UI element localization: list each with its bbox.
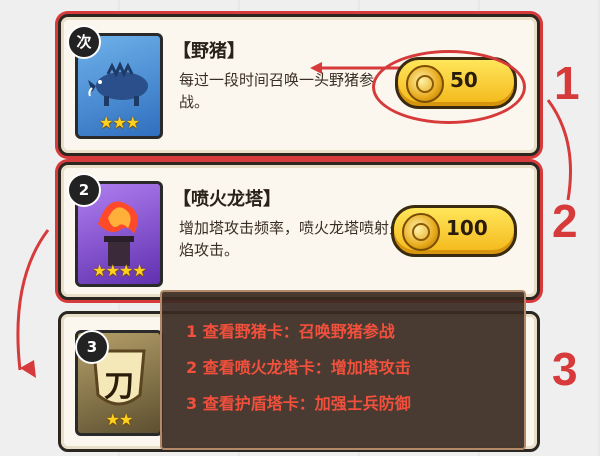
fire-tower-card[interactable]: ★★★★ 2 【喷火龙塔】 增加塔攻击频率，喷火龙塔喷射火焰攻击。 100 bbox=[58, 162, 540, 300]
buy-button[interactable]: 100 bbox=[391, 205, 517, 257]
step-number: 3 bbox=[552, 343, 578, 395]
flow-arrow-icon bbox=[16, 229, 50, 378]
tooltip-line: 2 查看喷火龙塔卡：增加塔攻击 bbox=[186, 358, 411, 377]
shield-glyph: 刀 bbox=[104, 369, 134, 404]
card-title: 【野猪】 bbox=[173, 41, 245, 62]
step-number: 1 bbox=[554, 57, 580, 109]
tooltip-line: 1 查看野猪卡：召唤野猪参战 bbox=[186, 322, 395, 341]
card-badge: 次 bbox=[67, 25, 101, 59]
star-rating: ★★★★ bbox=[92, 261, 146, 280]
step-number: 2 bbox=[552, 195, 578, 247]
coin-icon bbox=[402, 213, 440, 251]
tutorial-tooltip: 1 查看野猪卡：召唤野猪参战 2 查看喷火龙塔卡：增加塔攻击 3 查看护盾塔卡：… bbox=[160, 290, 526, 450]
card-badge: 3 bbox=[75, 330, 109, 364]
price-label: 100 bbox=[446, 216, 488, 240]
highlight-circle bbox=[372, 50, 526, 124]
card-description: 每过一段时间召唤一头野猪参战。 bbox=[179, 71, 375, 111]
tooltip-line: 3 查看护盾塔卡：加强士兵防御 bbox=[186, 394, 411, 413]
card-description: 增加塔攻击频率，喷火龙塔喷射火焰攻击。 bbox=[179, 219, 405, 259]
star-rating: ★★ bbox=[105, 410, 134, 429]
star-rating: ★★★ bbox=[98, 113, 140, 132]
card-title: 【喷火龙塔】 bbox=[173, 189, 281, 210]
card-badge: 2 bbox=[67, 173, 101, 207]
